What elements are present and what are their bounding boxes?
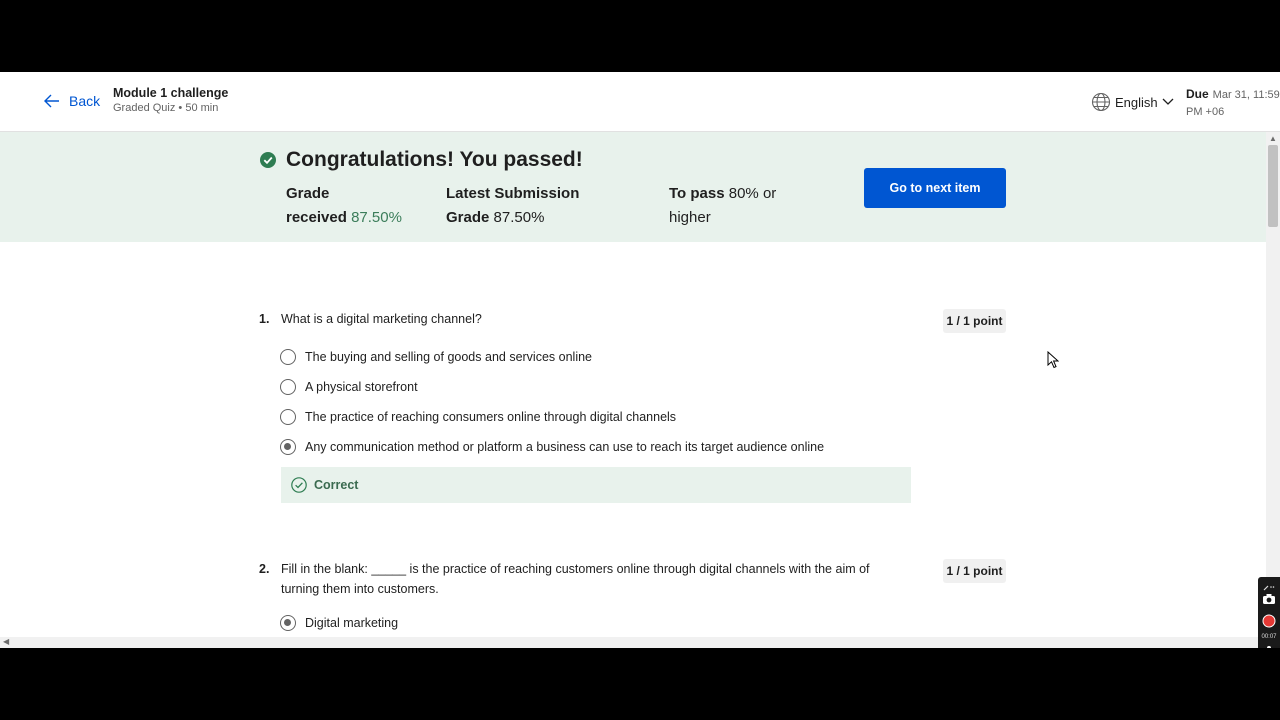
question-1-option-1[interactable]: The buying and selling of goods and serv… bbox=[280, 347, 592, 367]
main-content: Congratulations! You passed! Grade recei… bbox=[0, 132, 1266, 637]
language-selector[interactable]: English bbox=[1091, 92, 1174, 112]
radio-unselected[interactable] bbox=[280, 379, 296, 395]
pass-suffix-2: higher bbox=[669, 209, 711, 226]
latest-label-line2: Grade bbox=[446, 209, 490, 226]
language-label: English bbox=[1115, 94, 1158, 110]
item-subtitle: Graded Quiz • 50 min bbox=[113, 102, 219, 114]
camera-icon[interactable] bbox=[1261, 591, 1277, 607]
question-1-text: What is a digital marketing channel? bbox=[281, 312, 482, 326]
pass-threshold: To pass 80% or higher bbox=[669, 182, 776, 230]
option-label: Any communication method or platform a b… bbox=[305, 440, 825, 454]
recording-timer: 00:07 bbox=[1261, 634, 1277, 640]
arrow-left-icon bbox=[44, 94, 59, 108]
pass-label: To pass bbox=[669, 185, 725, 202]
scroll-left-arrow-icon[interactable]: ◀ bbox=[3, 637, 9, 646]
pass-suffix-1: or bbox=[762, 185, 777, 202]
item-title-block: Module 1 challenge Graded Quiz • 50 min bbox=[113, 86, 228, 114]
vertical-scrollbar[interactable]: ▲ bbox=[1266, 132, 1280, 637]
screen-recorder-widget: 00:07 bbox=[1258, 577, 1280, 648]
result-banner: Congratulations! You passed! Grade recei… bbox=[0, 132, 1266, 242]
pass-heading: Congratulations! You passed! bbox=[286, 148, 583, 171]
top-bar: Back Module 1 challenge Graded Quiz • 50… bbox=[0, 72, 1280, 132]
go-to-next-item-button[interactable]: Go to next item bbox=[864, 168, 1006, 208]
option-label: A physical storefront bbox=[305, 380, 418, 394]
radio-unselected[interactable] bbox=[280, 409, 296, 425]
question-1-option-3[interactable]: The practice of reaching consumers onlin… bbox=[280, 407, 676, 427]
check-circle-outline-icon bbox=[291, 477, 307, 493]
latest-label-line1: Latest Submission bbox=[446, 185, 580, 202]
radio-selected[interactable] bbox=[280, 615, 296, 631]
app-screen: Back Module 1 challenge Graded Quiz • 50… bbox=[0, 72, 1280, 648]
back-label: Back bbox=[69, 93, 101, 109]
latest-submission-grade: Latest Submission Grade 87.50% bbox=[446, 182, 579, 230]
question-1-option-4[interactable]: Any communication method or platform a b… bbox=[280, 437, 824, 457]
latest-value: 87.50% bbox=[493, 209, 545, 226]
globe-icon bbox=[1091, 92, 1111, 112]
question-2-text: Fill in the blank: _____ is the practice… bbox=[281, 562, 870, 596]
option-label: Digital marketing bbox=[305, 616, 399, 630]
radio-unselected[interactable] bbox=[280, 349, 296, 365]
due-date: Due Mar 31, 11:59 PM +06 bbox=[1186, 86, 1280, 121]
question-2-number: 2. bbox=[259, 562, 270, 576]
question-2-option-1[interactable]: Digital marketing bbox=[280, 613, 398, 633]
mouse-cursor-icon bbox=[1047, 351, 1059, 369]
question-2-points: 1 / 1 point bbox=[943, 559, 1006, 583]
feedback-label: Correct bbox=[314, 478, 359, 492]
question-1-feedback: Correct bbox=[281, 467, 911, 503]
scrollbar-thumb[interactable] bbox=[1268, 145, 1278, 227]
due-label: Due bbox=[1186, 87, 1209, 101]
option-label: The buying and selling of goods and serv… bbox=[305, 350, 592, 364]
back-button[interactable]: Back bbox=[44, 93, 100, 109]
item-title: Module 1 challenge bbox=[113, 86, 229, 100]
record-icon[interactable] bbox=[1261, 613, 1277, 629]
grade-received: Grade received 87.50% bbox=[286, 182, 402, 230]
grade-label-line2: received bbox=[286, 209, 347, 226]
question-1-points: 1 / 1 point bbox=[943, 309, 1006, 333]
horizontal-scrollbar[interactable]: ◀ bbox=[0, 637, 1266, 648]
check-circle-icon bbox=[260, 152, 276, 168]
grade-value: 87.50% bbox=[351, 209, 402, 226]
grade-label-line1: Grade bbox=[286, 185, 330, 202]
chevron-down-icon bbox=[1162, 98, 1174, 105]
question-1-number: 1. bbox=[259, 312, 270, 326]
option-label: The practice of reaching consumers onlin… bbox=[305, 410, 677, 424]
scroll-up-arrow-icon[interactable]: ▲ bbox=[1269, 134, 1277, 143]
microphone-icon[interactable] bbox=[1261, 644, 1277, 648]
radio-selected[interactable] bbox=[280, 439, 296, 455]
pass-value: 80% bbox=[728, 185, 759, 202]
question-1-option-2[interactable]: A physical storefront bbox=[280, 377, 418, 397]
